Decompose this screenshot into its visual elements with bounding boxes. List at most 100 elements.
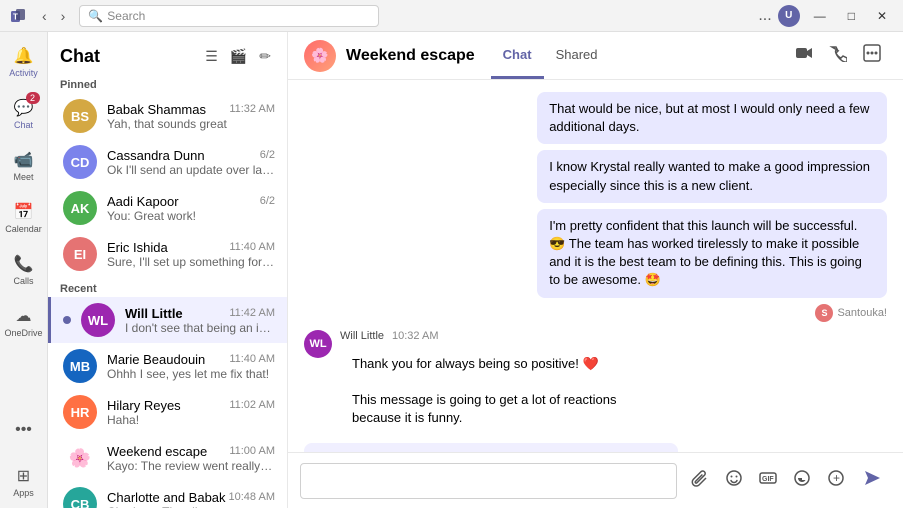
maximize-button[interactable]: □: [840, 5, 863, 27]
minimize-button[interactable]: —: [806, 5, 834, 27]
close-button[interactable]: ✕: [869, 5, 895, 27]
search-icon: 🔍: [88, 9, 103, 23]
chat-header: 🌸 Weekend escape Chat Shared: [288, 32, 903, 80]
chat-item-pinned-3[interactable]: EI Eric Ishida 11:40 AM Sure, I'll set u…: [48, 231, 287, 277]
chat-main-panel: 🌸 Weekend escape Chat Shared: [288, 32, 903, 508]
video-call-button[interactable]: [789, 38, 819, 73]
chat-info: Weekend escape 11:00 AM Kayo: The review…: [107, 444, 275, 473]
emoji-button[interactable]: [719, 465, 749, 496]
attach-button[interactable]: [685, 465, 715, 496]
tab-shared[interactable]: Shared: [544, 32, 610, 79]
chat-item-recent-2[interactable]: HR Hilary Reyes 11:02 AM Haha!: [48, 389, 287, 435]
chat-preview: Sure, I'll set up something for next wee…: [107, 255, 275, 269]
apps-icon: ⊞: [14, 466, 34, 486]
chat-item-recent-3[interactable]: 🌸 Weekend escape 11:00 AM Kayo: The revi…: [48, 435, 287, 481]
tab-chat[interactable]: Chat: [491, 32, 544, 79]
message-6: This message is going to get a lot of re…: [340, 383, 668, 435]
message-input[interactable]: [300, 463, 677, 499]
sidebar-item-label-activity: Activity: [9, 68, 38, 78]
bubble-text: I know Krystal really wanted to make a g…: [537, 150, 887, 202]
meet-icon: 📹: [14, 150, 34, 170]
avatar: CD: [63, 145, 97, 179]
avatar: WL: [81, 303, 115, 337]
chat-item-recent-0[interactable]: WL Will Little 11:42 AM I don't see that…: [48, 297, 287, 343]
teams-logo-icon: T: [8, 6, 28, 26]
onedrive-icon: ☁: [14, 306, 34, 326]
user-avatar[interactable]: U: [778, 5, 800, 27]
titlebar-search-box[interactable]: 🔍 Search: [79, 5, 379, 27]
message-5: Thank you for always being so positive! …: [340, 347, 611, 381]
audio-call-button[interactable]: [823, 38, 853, 73]
avatar: AK: [63, 191, 97, 225]
sidebar-item-onedrive[interactable]: ☁ OneDrive: [4, 296, 44, 348]
message-time: 10:32 AM: [392, 330, 438, 342]
sender-avatar-small: S: [815, 304, 833, 322]
gif-button[interactable]: GIF: [753, 465, 783, 496]
new-meeting-button[interactable]: 🎬: [226, 44, 251, 69]
sidebar-item-apps[interactable]: ⊞ Apps: [4, 456, 44, 508]
sidebar: 🔔 Activity 💬 2 Chat 📹 Meet 📅 Calendar 📞 …: [0, 32, 48, 508]
sidebar-item-activity[interactable]: 🔔 Activity: [4, 36, 44, 88]
chat-time: 6/2: [260, 149, 275, 161]
main-layout: 🔔 Activity 💬 2 Chat 📹 Meet 📅 Calendar 📞 …: [0, 32, 903, 508]
titlebar: T ‹ › 🔍 Search ... U — □ ✕: [0, 0, 903, 32]
forward-button[interactable]: ›: [55, 4, 72, 28]
chat-name: Aadi Kapoor: [107, 194, 179, 209]
chat-item-recent-4[interactable]: CB Charlotte and Babak 10:48 AM Charlott…: [48, 481, 287, 508]
chat-preview: Yah, that sounds great: [107, 117, 275, 131]
chat-time: 11:42 AM: [229, 307, 275, 319]
chat-item-recent-1[interactable]: MB Marie Beaudouin 11:40 AM Ohhh I see, …: [48, 343, 287, 389]
more-icon: •••: [14, 420, 34, 440]
search-placeholder: Search: [107, 9, 145, 23]
chat-name: Babak Shammas: [107, 102, 206, 117]
chat-preview: Haha!: [107, 413, 275, 427]
chat-time: 11:40 AM: [229, 353, 275, 365]
chat-name: Charlotte and Babak: [107, 490, 226, 505]
chat-item-pinned-2[interactable]: AK Aadi Kapoor 6/2 You: Great work!: [48, 185, 287, 231]
image-card-message: What do you think?: [304, 443, 678, 452]
sidebar-item-label-calls: Calls: [13, 276, 33, 286]
sidebar-item-chat[interactable]: 💬 2 Chat: [4, 88, 44, 140]
chat-badge: 2: [26, 92, 40, 104]
messages-area: That would be nice, but at most I would …: [288, 80, 903, 452]
sender-avatar-will: WL: [304, 330, 332, 358]
avatar: MB: [63, 349, 97, 383]
chat-info: Aadi Kapoor 6/2 You: Great work!: [107, 194, 275, 223]
sidebar-item-meet[interactable]: 📹 Meet: [4, 140, 44, 192]
sender-name: Will Little: [340, 330, 384, 342]
sidebar-item-calls[interactable]: 📞 Calls: [4, 244, 44, 296]
chat-time: 10:48 AM: [229, 491, 275, 503]
composer: GIF +: [288, 452, 903, 508]
chat-header-title: Weekend escape: [346, 47, 475, 65]
chat-name: Marie Beaudouin: [107, 352, 205, 367]
composer-actions: GIF +: [685, 464, 891, 497]
group-avatar: 🌸: [63, 441, 97, 475]
chat-list-actions: ☰ 🎬 ✏: [201, 44, 275, 69]
chat-preview: I don't see that being an issue, can tak…: [125, 321, 275, 335]
chat-name: Hilary Reyes: [107, 398, 181, 413]
titlebar-dots[interactable]: ...: [758, 7, 771, 25]
chat-preview: Ok I'll send an update over later: [107, 163, 275, 177]
svg-text:+: +: [833, 471, 840, 485]
more-actions-button[interactable]: +: [821, 465, 851, 496]
send-button[interactable]: [855, 464, 891, 497]
more-options-button[interactable]: [857, 38, 887, 73]
sidebar-item-more[interactable]: •••: [4, 404, 44, 456]
sidebar-item-calendar[interactable]: 📅 Calendar: [4, 192, 44, 244]
pinned-section-label: Pinned: [48, 73, 287, 93]
chat-item-pinned-1[interactable]: CD Cassandra Dunn 6/2 Ok I'll send an up…: [48, 139, 287, 185]
chat-info: Charlotte and Babak 10:48 AM Charlotte: …: [107, 490, 275, 508]
back-button[interactable]: ‹: [36, 4, 53, 28]
chat-item-pinned-0[interactable]: BS Babak Shammas 11:32 AM Yah, that soun…: [48, 93, 287, 139]
chat-time: 11:40 AM: [229, 241, 275, 253]
avatar: BS: [63, 99, 97, 133]
filter-button[interactable]: ☰: [201, 44, 222, 69]
chat-list-title: Chat: [60, 46, 201, 67]
compose-button[interactable]: ✏: [255, 44, 275, 69]
chat-list-header: Chat ☰ 🎬 ✏: [48, 32, 287, 73]
chat-preview: You: Great work!: [107, 209, 275, 223]
sidebar-item-label-calendar: Calendar: [5, 224, 42, 234]
bubble-text: I'm pretty confident that this launch wi…: [537, 209, 887, 298]
chat-name: Cassandra Dunn: [107, 148, 205, 163]
sticker-button[interactable]: [787, 465, 817, 496]
